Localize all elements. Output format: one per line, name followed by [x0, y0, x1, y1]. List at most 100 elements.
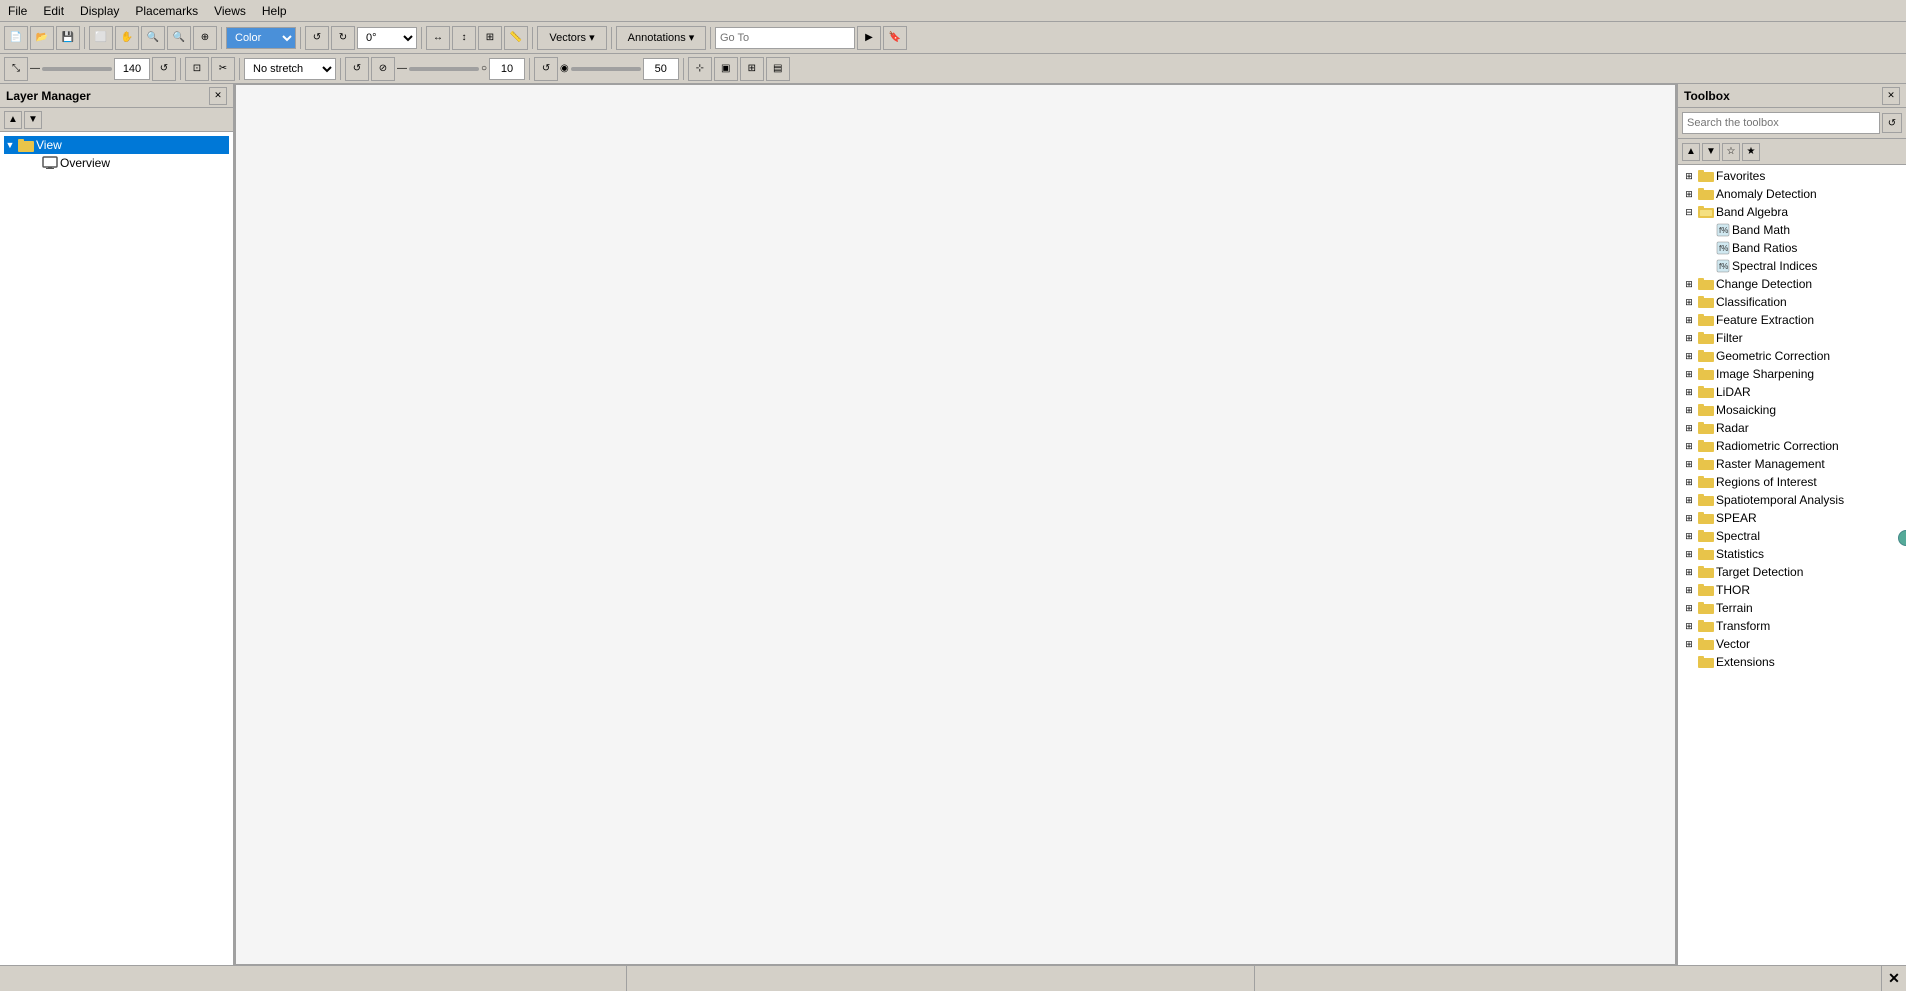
toolbox-band-algebra-item[interactable]: ⊟ Band Algebra	[1680, 203, 1904, 221]
lidar-expand-icon[interactable]: ⊞	[1682, 385, 1696, 399]
toolbox-close-button[interactable]: ✕	[1882, 87, 1900, 105]
brightness-slider[interactable]	[409, 67, 479, 71]
window2-button[interactable]: ⊞	[740, 57, 764, 81]
save-button[interactable]: 💾	[56, 26, 80, 50]
close-x-icon[interactable]: ✕	[1888, 970, 1900, 987]
vector-expand-icon[interactable]: ⊞	[1682, 637, 1696, 651]
toolbox-lidar-item[interactable]: ⊞ LiDAR	[1680, 383, 1904, 401]
zoom-full-button[interactable]: ⤡	[4, 57, 28, 81]
stretch-dropdown[interactable]: No stretch Linear Gaussian Equalization …	[244, 58, 336, 80]
angle-dropdown[interactable]: 0°	[357, 27, 417, 49]
regions-of-interest-expand-icon[interactable]: ⊞	[1682, 475, 1696, 489]
toolbox-spectral-item[interactable]: ⊞ Spectral	[1680, 527, 1904, 545]
zoom-slider[interactable]	[42, 67, 112, 71]
raster-management-expand-icon[interactable]: ⊞	[1682, 457, 1696, 471]
toolbox-star2-button[interactable]: ★	[1742, 143, 1760, 161]
window3-button[interactable]: ▤	[766, 57, 790, 81]
toolbox-search-button[interactable]: ↺	[1882, 113, 1902, 133]
radar-expand-icon[interactable]: ⊞	[1682, 421, 1696, 435]
toolbox-spectral-indices-item[interactable]: f% Spectral Indices	[1700, 257, 1904, 275]
layer-overview-item[interactable]: Overview	[28, 154, 229, 172]
menu-file[interactable]: File	[4, 2, 31, 20]
toolbox-classification-item[interactable]: ⊞ Classification	[1680, 293, 1904, 311]
geometric-correction-expand-icon[interactable]: ⊞	[1682, 349, 1696, 363]
statistics-expand-icon[interactable]: ⊞	[1682, 547, 1696, 561]
refresh2-button[interactable]: ↺	[345, 57, 369, 81]
target-detection-expand-icon[interactable]: ⊞	[1682, 565, 1696, 579]
toolbox-up-button[interactable]: ▲	[1682, 143, 1700, 161]
radiometric-correction-expand-icon[interactable]: ⊞	[1682, 439, 1696, 453]
terrain-expand-icon[interactable]: ⊞	[1682, 601, 1696, 615]
window1-button[interactable]: ▣	[714, 57, 738, 81]
refresh3-button[interactable]: ↺	[534, 57, 558, 81]
new-button[interactable]: 📄	[4, 26, 28, 50]
toolbox-spatiotemporal-item[interactable]: ⊞ Spatiotemporal Analysis	[1680, 491, 1904, 509]
flip-h-button[interactable]: ↔	[426, 26, 450, 50]
favorites-expand-icon[interactable]: ⊞	[1682, 169, 1696, 183]
classification-expand-icon[interactable]: ⊞	[1682, 295, 1696, 309]
toolbox-radiometric-correction-item[interactable]: ⊞ Radiometric Correction	[1680, 437, 1904, 455]
toolbox-mosaicking-item[interactable]: ⊞ Mosaicking	[1680, 401, 1904, 419]
toolbox-search-input[interactable]	[1682, 112, 1880, 134]
toolbox-target-detection-item[interactable]: ⊞ Target Detection	[1680, 563, 1904, 581]
toolbox-extensions-item[interactable]: Extensions	[1680, 653, 1904, 671]
fit-button[interactable]: ⊡	[185, 57, 209, 81]
mosaicking-expand-icon[interactable]: ⊞	[1682, 403, 1696, 417]
toolbox-terrain-item[interactable]: ⊞ Terrain	[1680, 599, 1904, 617]
goto-input[interactable]	[715, 27, 855, 49]
menu-display[interactable]: Display	[76, 2, 123, 20]
contrast-slider[interactable]	[571, 67, 641, 71]
anomaly-expand-icon[interactable]: ⊞	[1682, 187, 1696, 201]
zoom-in-button[interactable]: 🔍	[141, 26, 165, 50]
band-algebra-expand-icon[interactable]: ⊟	[1682, 205, 1696, 219]
toolbox-spear-item[interactable]: ⊞ SPEAR	[1680, 509, 1904, 527]
toolbox-anomaly-item[interactable]: ⊞ Anomaly Detection	[1680, 185, 1904, 203]
toolbox-geometric-correction-item[interactable]: ⊞ Geometric Correction	[1680, 347, 1904, 365]
menu-views[interactable]: Views	[210, 2, 250, 20]
measure-button[interactable]: 📏	[504, 26, 528, 50]
grid-button[interactable]: ⊞	[478, 26, 502, 50]
toolbox-band-ratios-item[interactable]: f% Band Ratios	[1700, 239, 1904, 257]
layer-down-button[interactable]: ▼	[24, 111, 42, 129]
change-detection-expand-icon[interactable]: ⊞	[1682, 277, 1696, 291]
zoom-refresh-button[interactable]: ↺	[152, 57, 176, 81]
toolbox-regions-of-interest-item[interactable]: ⊞ Regions of Interest	[1680, 473, 1904, 491]
flip-v-button[interactable]: ↕	[452, 26, 476, 50]
toolbox-raster-management-item[interactable]: ⊞ Raster Management	[1680, 455, 1904, 473]
crop-button[interactable]: ✂	[211, 57, 235, 81]
rotate-cw-button[interactable]: ↻	[331, 26, 355, 50]
thor-expand-icon[interactable]: ⊞	[1682, 583, 1696, 597]
bookmark-button[interactable]: 🔖	[883, 26, 907, 50]
transform-expand-icon[interactable]: ⊞	[1682, 619, 1696, 633]
toolbox-change-detection-item[interactable]: ⊞ Change Detection	[1680, 275, 1904, 293]
toolbox-thor-item[interactable]: ⊞ THOR	[1680, 581, 1904, 599]
toolbox-band-math-item[interactable]: f% Band Math	[1700, 221, 1904, 239]
zoom-rect-button[interactable]: ⊕	[193, 26, 217, 50]
layer-up-button[interactable]: ▲	[4, 111, 22, 129]
status-close-button[interactable]: ✕	[1882, 966, 1906, 991]
open-button[interactable]: 📂	[30, 26, 54, 50]
brightness-value[interactable]	[489, 58, 525, 80]
zoom-out-button[interactable]: 🔍	[167, 26, 191, 50]
menu-help[interactable]: Help	[258, 2, 291, 20]
cursor-tool-button[interactable]: ⊹	[688, 57, 712, 81]
filter-expand-icon[interactable]: ⊞	[1682, 331, 1696, 345]
toolbox-radar-item[interactable]: ⊞ Radar	[1680, 419, 1904, 437]
toolbox-vector-item[interactable]: ⊞ Vector	[1680, 635, 1904, 653]
toolbox-down-button[interactable]: ▼	[1702, 143, 1720, 161]
layer-view-item[interactable]: ▼ View	[4, 136, 229, 154]
select-button[interactable]: ⬜	[89, 26, 113, 50]
toolbox-feature-extraction-item[interactable]: ⊞ Feature Extraction	[1680, 311, 1904, 329]
spear-expand-icon[interactable]: ⊞	[1682, 511, 1696, 525]
view-expand-icon[interactable]: ▼	[4, 139, 16, 151]
feature-extraction-expand-icon[interactable]: ⊞	[1682, 313, 1696, 327]
view-label[interactable]: View	[36, 138, 62, 152]
spectral-expand-icon[interactable]: ⊞	[1682, 529, 1696, 543]
rotate-ccw-button[interactable]: ↺	[305, 26, 329, 50]
toolbox-filter-item[interactable]: ⊞ Filter	[1680, 329, 1904, 347]
toolbox-favorites-item[interactable]: ⊞ Favorites	[1680, 167, 1904, 185]
reset-stretch-button[interactable]: ⊘	[371, 57, 395, 81]
layer-manager-close-button[interactable]: ✕	[209, 87, 227, 105]
toolbox-statistics-item[interactable]: ⊞ Statistics	[1680, 545, 1904, 563]
pan-button[interactable]: ✋	[115, 26, 139, 50]
